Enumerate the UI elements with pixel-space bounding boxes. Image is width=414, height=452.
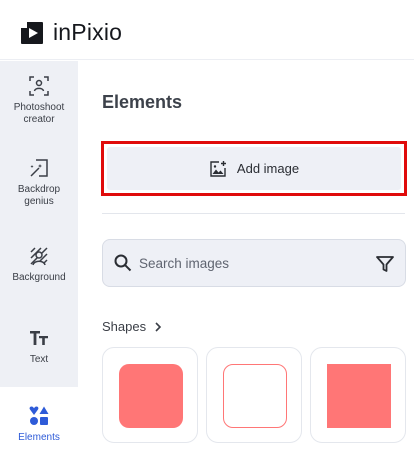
chevron-right-icon: [155, 321, 162, 332]
sidebar-item-label: Photoshoot creator: [13, 102, 65, 125]
divider: [102, 213, 405, 214]
app-name: inPixio: [53, 19, 123, 45]
shape-card-rounded-square[interactable]: [102, 347, 198, 443]
shapes-section-link[interactable]: Shapes: [102, 319, 164, 334]
top-bar: inPixio: [0, 0, 414, 60]
photoshoot-icon: [29, 76, 49, 96]
add-image-label: Add image: [236, 161, 300, 176]
add-image-highlight: Add image: [101, 141, 407, 196]
filter-icon[interactable]: [375, 254, 395, 274]
sidebar-item-elements[interactable]: Elements: [0, 387, 78, 452]
sidebar-item-photoshoot-creator[interactable]: Photoshoot creator: [0, 75, 78, 126]
shapes-label: Shapes: [102, 319, 147, 334]
elements-icon: [29, 406, 49, 425]
shape-card-outline-rounded-square[interactable]: [206, 347, 302, 443]
outline-rounded-square-shape: [223, 364, 287, 428]
sidebar: Photoshoot creator Backdrop genius Backg…: [0, 61, 78, 452]
background-icon: [30, 247, 48, 266]
search-icon: [114, 254, 132, 272]
add-image-button[interactable]: Add image: [107, 147, 401, 190]
play-logo-icon: [21, 21, 43, 44]
add-image-icon: [210, 160, 226, 177]
rounded-square-shape: [119, 364, 183, 428]
magic-wand-icon: [30, 159, 48, 177]
search-input[interactable]: [139, 248, 359, 278]
square-shape: [327, 364, 391, 428]
text-icon: [30, 331, 48, 345]
panel-title: Elements: [102, 92, 183, 112]
shape-card-square[interactable]: [310, 347, 406, 443]
search-box: [102, 239, 406, 287]
sidebar-item-label: Backdrop genius: [17, 184, 61, 207]
sidebar-item-label: Elements: [18, 432, 60, 443]
sidebar-item-backdrop-genius[interactable]: Backdrop genius: [0, 157, 78, 208]
sidebar-item-label: Text: [29, 354, 49, 365]
sidebar-item-background[interactable]: Background: [0, 245, 78, 284]
sidebar-item-text[interactable]: Text: [0, 327, 78, 366]
app-logo[interactable]: inPixio: [21, 19, 122, 46]
sidebar-item-label: Background: [12, 272, 66, 283]
elements-panel: Elements Add image Shapes: [79, 61, 414, 452]
